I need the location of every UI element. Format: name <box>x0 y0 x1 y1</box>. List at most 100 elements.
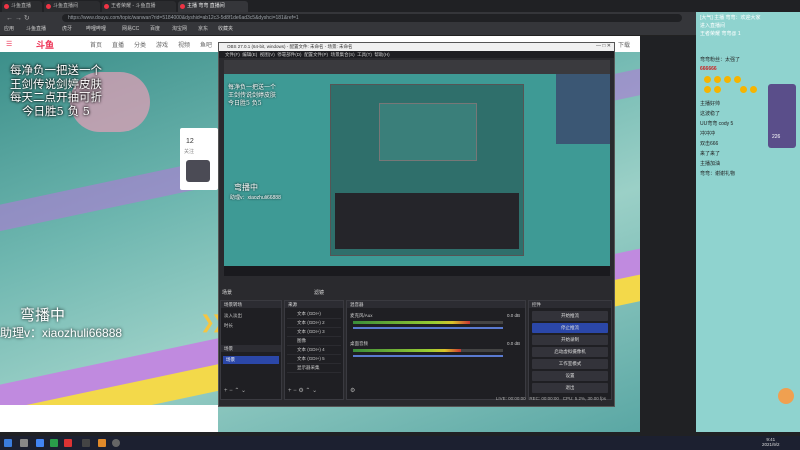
mixer-settings-icon[interactable]: ⚙ <box>350 387 355 394</box>
sources-dock: 来源 文本 (GDI+) 文本 (GDI+) 2 文本 (GDI+) 3 图像 … <box>284 300 344 400</box>
source-item[interactable]: 显示器采集 <box>287 364 341 373</box>
scene-list-item[interactable]: 场景 <box>223 356 279 364</box>
menu-item[interactable]: 场景集合(S) <box>331 52 355 57</box>
menu-item[interactable]: 帮助(H) <box>374 52 389 57</box>
page-bottom-area <box>0 405 218 432</box>
source-item[interactable]: 文本 (GDI+) 2 <box>287 319 341 328</box>
address-bar[interactable]: https://www.douyu.com/topic/wanwan?rid=5… <box>62 14 682 22</box>
obs-scene-toolbar <box>219 278 614 298</box>
nav-item[interactable]: 游戏 <box>156 40 168 49</box>
floating-mascot-icon[interactable] <box>778 388 794 404</box>
nav-item[interactable]: 直播 <box>112 40 124 49</box>
bookmark-item[interactable]: 收藏夹 <box>218 25 233 32</box>
tab-favicon-icon <box>4 4 9 9</box>
menu-item[interactable]: 编辑(E) <box>242 52 257 57</box>
obs-title-bar: OBS 27.0.1 (64-bit, windows) - 配置文件: 未命名… <box>219 43 614 51</box>
chat-panel[interactable] <box>696 12 800 432</box>
transition-type[interactable]: 淡入淡出 <box>224 313 242 319</box>
browser-tab-strip: 斗鱼直播 斗鱼直播间 王者荣耀 - 斗鱼直播 主播 弯弯 直播间 <box>0 0 800 12</box>
nav-item[interactable]: 视频 <box>178 40 190 49</box>
emoji-icon <box>740 86 747 93</box>
search-icon[interactable] <box>20 439 28 447</box>
nav-item[interactable]: 下载 <box>618 40 630 49</box>
app-icon[interactable] <box>50 439 58 447</box>
nested-chat-panel <box>556 74 610 144</box>
bookmark-item[interactable]: 京东 <box>198 25 208 32</box>
menu-icon[interactable]: ☰ <box>6 40 12 48</box>
nav-item[interactable]: 分类 <box>134 40 146 49</box>
nested-browser-chrome <box>224 60 610 74</box>
gift-badge[interactable]: 226 <box>768 84 796 148</box>
chat-message: 冲冲冲 <box>700 131 716 137</box>
menu-item[interactable]: 工具(T) <box>357 52 372 57</box>
app-icon[interactable] <box>82 439 90 447</box>
emoji-icon <box>734 76 741 83</box>
source-item[interactable]: 文本 (GDI+) 3 <box>287 328 341 337</box>
app-icon[interactable] <box>98 439 106 447</box>
emoji-icon <box>704 86 711 93</box>
start-recording-button[interactable]: 开始录制 <box>532 335 608 345</box>
source-item[interactable]: 图像 <box>287 337 341 346</box>
scene-add-remove-icons[interactable]: + − ⌃ ⌄ <box>224 387 246 394</box>
chat-message: 主播加油 <box>700 161 721 167</box>
streamer-avatar[interactable] <box>186 160 210 182</box>
taskbar-clock[interactable]: 9:41 2021/9/2 <box>762 437 780 447</box>
back-forward-reload-icons[interactable]: ← → ↻ <box>6 14 30 22</box>
virtual-camera-button[interactable]: 启动虚拟摄像机 <box>532 347 608 357</box>
bookmark-item[interactable]: 虎牙 <box>62 25 72 32</box>
menu-item[interactable]: 配置文件(P) <box>304 52 328 57</box>
browser-tab[interactable]: 斗鱼直播 <box>2 1 42 12</box>
dock-title: 控件 <box>529 301 611 308</box>
bookmark-item[interactable]: 斗鱼直播 <box>26 25 46 32</box>
studio-mode-button[interactable]: 工作室模式 <box>532 359 608 369</box>
browser-tab[interactable]: 斗鱼直播间 <box>44 1 100 12</box>
settings-button[interactable]: 设置 <box>532 371 608 381</box>
source-add-remove-icons[interactable]: + − ⚙ ⌃ ⌄ <box>288 387 317 394</box>
source-item[interactable]: 文本 (GDI+) 5 <box>287 355 341 364</box>
browser-tab[interactable]: 王者荣耀 - 斗鱼直播 <box>102 1 176 12</box>
bookmark-item[interactable]: 网易CC <box>122 25 139 32</box>
obs-icon[interactable] <box>112 439 120 447</box>
bookmark-item[interactable]: 应用 <box>4 25 14 32</box>
bookmark-item[interactable]: 淘宝网 <box>172 25 187 32</box>
tab-filters[interactable]: 滤镜 <box>314 289 324 296</box>
bookmark-item[interactable]: 百度 <box>150 25 160 32</box>
source-item[interactable]: 文本 (GDI+) 4 <box>287 346 341 355</box>
app-icon[interactable] <box>64 439 72 447</box>
room-info-card[interactable]: 12 关注 <box>180 128 218 190</box>
volume-slider[interactable] <box>353 327 503 329</box>
recursive-obs-capture <box>330 84 524 256</box>
volume-meter <box>353 321 470 324</box>
mixer-channel-db: 0.0 dB <box>507 313 521 318</box>
start-streaming-button[interactable]: 开始推流 <box>532 311 608 321</box>
nav-item[interactable]: 鱼吧 <box>200 40 212 49</box>
mixer-channel-name: 桌面音频 <box>350 341 368 346</box>
preview-status-text: 弯播中 <box>234 183 258 192</box>
level-label: 226 <box>772 134 781 140</box>
rec-timer: REC: 00:00:00 <box>529 396 559 401</box>
menu-item[interactable]: 停靠部件(D) <box>277 52 301 57</box>
exit-button[interactable]: 退出 <box>532 383 608 393</box>
browser-tab-active[interactable]: 主播 弯弯 直播间 <box>178 1 248 12</box>
stop-streaming-button[interactable]: 停止推流 <box>532 323 608 333</box>
chat-message: 666666 <box>700 66 717 72</box>
tab-scenes[interactable]: 场景 <box>222 289 232 296</box>
audio-mixer-dock: 混音器 麦克风/Aux 0.0 dB 桌面音频 0.0 dB ⚙ <box>346 300 526 400</box>
bookmark-item[interactable]: 哔哩哔哩 <box>86 25 106 32</box>
window-controls-icon[interactable]: — □ ✕ <box>596 43 611 49</box>
transition-duration[interactable]: 时长 <box>224 323 233 329</box>
site-logo[interactable]: 斗鱼 <box>36 38 54 51</box>
chrome-icon[interactable] <box>36 439 44 447</box>
menu-item[interactable]: 视图(V) <box>260 52 275 57</box>
nav-item[interactable]: 首页 <box>90 40 102 49</box>
mixer-channel-name: 麦克风/Aux <box>350 313 373 318</box>
menu-item[interactable]: 文件(F) <box>225 52 240 57</box>
start-menu-icon[interactable] <box>4 439 12 447</box>
obs-preview[interactable]: 每净负一把送一个 王剑传说剑婷皮肤 今日胜5 负5 弯播中 助理v：xiaozh… <box>224 60 610 276</box>
scenes-dock: 场景转场 淡入淡出 时长 场景 场景 + − ⌃ ⌄ <box>220 300 282 400</box>
chat-message: 王者荣耀 弯弯@ 1 <box>700 31 741 37</box>
volume-slider[interactable] <box>353 355 503 357</box>
source-item[interactable]: 文本 (GDI+) <box>287 310 341 319</box>
emoji-icon <box>750 86 757 93</box>
tab-favicon-icon <box>46 4 51 9</box>
